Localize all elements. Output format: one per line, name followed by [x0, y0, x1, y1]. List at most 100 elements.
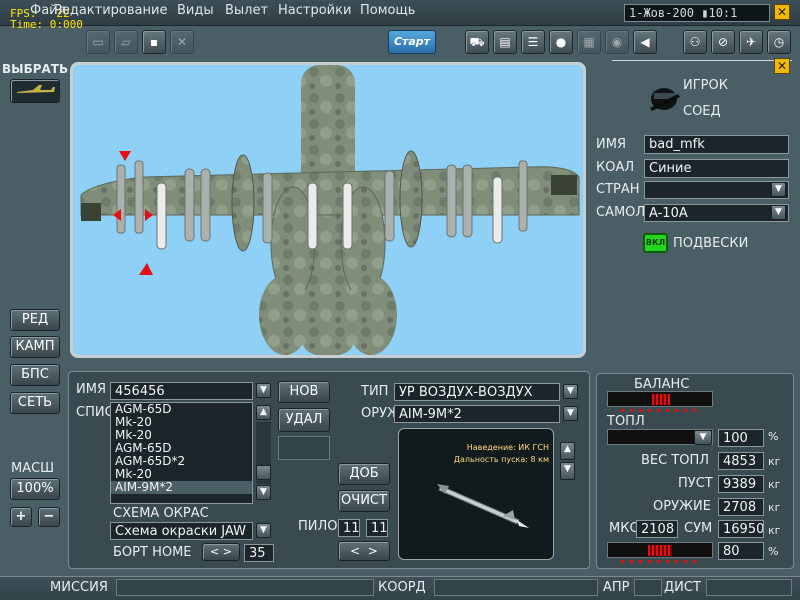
fuel-percent-field[interactable]: 100 [718, 429, 764, 447]
apr-field [634, 579, 662, 596]
clear-weapons-button[interactable]: ОЧИСТ [338, 490, 390, 512]
country-label: СТРАН [596, 182, 640, 197]
scroll-down-icon[interactable]: ▼ [256, 485, 271, 500]
mission-field [116, 579, 374, 596]
binoculars-icon[interactable]: ⚇ [683, 30, 707, 54]
list-item[interactable]: AIM-9M*2 [111, 481, 252, 494]
weight-scale [621, 560, 701, 563]
coord-label: КООРД [378, 580, 426, 595]
loadout-name-field[interactable]: 456456 [110, 382, 253, 400]
loadout-name-label: ИМЯ [76, 382, 106, 397]
edit-button[interactable]: РЕД [10, 309, 60, 331]
weapon-list[interactable]: AGM-65D Mk-20 Mk-20 AGM-65D AGM-65D*2 Mk… [110, 402, 253, 504]
aircraft-3d-view[interactable] [70, 62, 586, 358]
missile-icon [437, 484, 529, 528]
save-icon[interactable]: ▪ [142, 30, 166, 54]
target-icon[interactable]: ▦ [577, 30, 601, 54]
scroll-down-icon[interactable]: ▼ [560, 462, 575, 480]
fuel-select-arrow[interactable]: ▼ [694, 430, 712, 445]
empty-weight-label: ПУСТ [678, 476, 713, 491]
campaign-button[interactable]: КАМП [10, 336, 60, 358]
country-select[interactable] [644, 181, 789, 199]
chevron-down-icon[interactable]: ▼ [563, 406, 578, 421]
radar-icon[interactable]: ◉ [605, 30, 629, 54]
bps-button[interactable]: БПС [10, 364, 60, 386]
chevron-down-icon[interactable]: ▼ [771, 205, 786, 220]
scroll-up-icon[interactable]: ▲ [256, 405, 271, 420]
chevron-down-icon[interactable]: ▼ [256, 523, 271, 538]
balance-label: БАЛАНС [634, 377, 690, 392]
name-field[interactable]: bad_mfk [644, 135, 789, 154]
zoom-in-button[interactable]: + [10, 507, 32, 527]
no-entry-icon[interactable]: ⊘ [711, 30, 735, 54]
connect-label: СОЕД [683, 104, 721, 119]
pylon-from-field[interactable]: 11 [338, 519, 360, 537]
board-number-label: БОРТ НОМЕ [113, 545, 192, 560]
loadout-toggle[interactable]: ВКЛ [643, 233, 668, 253]
divider [612, 60, 792, 61]
time-value: Time: 0:000 [10, 18, 83, 31]
total-weight-field: 16950 [718, 520, 764, 538]
fuel-weight-label: ВЕС ТОПЛ [641, 453, 710, 468]
load-percent-field: 80 [718, 542, 764, 560]
type-label: ТИП [361, 384, 389, 399]
weapon-preview: Наведение: ИК ГСН Дальность пуска: 8 км [398, 428, 554, 560]
pilot-helmet-icon [648, 84, 682, 114]
delete-loadout-button[interactable]: УДАЛ [278, 408, 330, 432]
helmet-icon[interactable]: ● [549, 30, 573, 54]
scroll-thumb[interactable] [256, 465, 271, 480]
type-select[interactable]: УР ВОЗДУХ-ВОЗДУХ [394, 383, 560, 401]
board-number-stepper[interactable]: < > [202, 543, 240, 561]
briefing-icon[interactable]: ▤ [493, 30, 517, 54]
menu-flight[interactable]: Вылет [225, 3, 268, 18]
scale-value[interactable]: 100% [10, 478, 60, 500]
balance-scale [621, 409, 701, 412]
menu-help[interactable]: Помощь [360, 3, 415, 18]
fuel-weight-field[interactable]: 4853 [718, 452, 764, 470]
paint-select[interactable]: Схема окраски JAW [110, 522, 253, 540]
empty-weight-field: 9389 [718, 475, 764, 493]
sound-icon[interactable]: ◀ [633, 30, 657, 54]
list-icon[interactable]: ☰ [521, 30, 545, 54]
scroll-up-icon[interactable]: ▲ [560, 442, 575, 460]
menu-edit[interactable]: Редактирование [54, 3, 167, 18]
aircraft-model-image [80, 65, 580, 355]
apr-label: АПР [603, 580, 630, 595]
pylon-stepper[interactable]: < > [338, 541, 390, 561]
new-loadout-button[interactable]: НОВ [278, 381, 330, 403]
menu-views[interactable]: Виды [177, 3, 214, 18]
aircraft-thumbnail-icon [17, 85, 55, 93]
open-file-icon[interactable]: ▱ [114, 30, 138, 54]
select-aircraft-button[interactable] [10, 79, 60, 103]
pylon-label: ПИЛО [298, 519, 338, 534]
board-number-field[interactable]: 35 [244, 544, 274, 562]
close-panel-icon[interactable]: ✕ [774, 58, 790, 74]
menu-settings[interactable]: Настройки [278, 3, 351, 18]
distance-field [706, 579, 792, 596]
aircraft-select[interactable]: A-10A [644, 204, 789, 222]
chevron-down-icon[interactable]: ▼ [771, 182, 786, 197]
weapon-select[interactable]: AIM-9M*2 [394, 405, 560, 423]
tools-icon[interactable]: ✕ [170, 30, 194, 54]
load-percent-unit: % [768, 545, 779, 558]
start-button[interactable]: Старт [388, 30, 436, 54]
new-file-icon[interactable]: ▭ [86, 30, 110, 54]
clock-icon[interactable]: ◷ [767, 30, 791, 54]
network-button[interactable]: СЕТЬ [10, 392, 60, 414]
pylon-to-field[interactable]: 11 [366, 519, 388, 537]
loadout-label: ПОДВЕСКИ [673, 236, 749, 251]
weapons-weight-field: 2708 [718, 498, 764, 516]
close-app-icon[interactable]: ✕ [774, 4, 790, 20]
select-label: ВЫБРАТЬ [2, 62, 69, 76]
coalition-field[interactable]: Синие [644, 159, 789, 178]
weather-icon[interactable]: ⛟ [465, 30, 489, 54]
chevron-down-icon[interactable]: ▼ [256, 383, 271, 398]
add-weapon-button[interactable]: ДОБ [338, 463, 390, 485]
max-weight-field: 2108 [636, 520, 678, 538]
balance-gauge [607, 391, 713, 407]
zoom-out-button[interactable]: − [38, 507, 60, 527]
chevron-down-icon[interactable]: ▼ [563, 384, 578, 399]
paint-label: СХЕМА ОКРАС [113, 506, 209, 521]
coalition-label: КОАЛ [596, 160, 635, 175]
airfield-icon[interactable]: ✈ [739, 30, 763, 54]
